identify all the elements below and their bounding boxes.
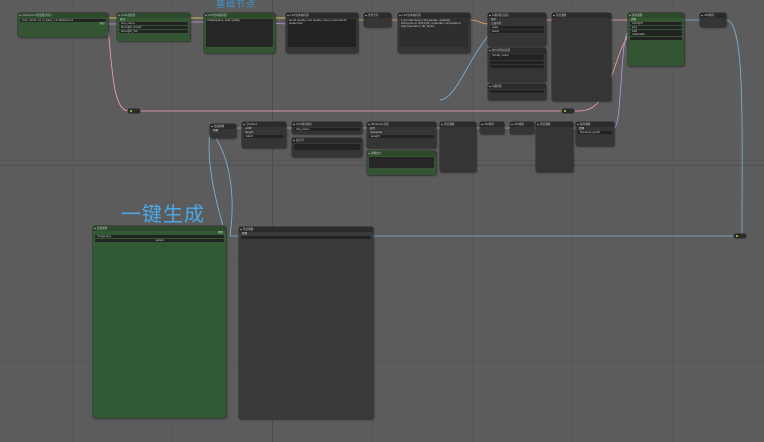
latent-batch-field[interactable]: batch [244,134,284,138]
ipa-weight-field[interactable]: weight [369,134,434,138]
node-title: VAE解码 [480,122,504,127]
ckpt-name-field[interactable]: ckpt_name: sd_xl_base_1.0.safetensors [20,18,106,22]
format-field[interactable]: png [630,25,682,29]
upload-button[interactable]: upload [95,238,224,242]
reroute-far-right[interactable] [734,234,746,238]
clip-vision-field[interactable]: clip_vision [294,127,360,131]
node-title: 预览图像 [552,13,611,18]
node-title: 加载图像 [210,124,236,129]
node-title: 预览图像 [239,227,373,232]
ksampler-advanced-node[interactable]: K采样器(高级) 模型 正面条件 seed steps [488,13,546,46]
preview-image-right-node[interactable]: 预览图像 [536,122,573,172]
preview-big-row: 图像 [242,232,248,235]
node-title: 预览图像 [536,122,573,127]
node-title: 保存图像 [628,13,684,18]
save-right-row-image: 图像 [579,127,585,130]
positive-prompt-textarea[interactable]: masterpiece, best quality [206,19,273,47]
save-image-right-node[interactable]: 保存图像 图像 filename_prefix [576,122,614,146]
quality-field[interactable]: 100 [630,29,682,33]
node-title: VAE解码 [700,13,726,18]
latent-height: height [245,130,254,134]
node-title: 保存图像 [576,122,614,127]
node-title: 加载图像 [93,226,226,231]
preview-big-field[interactable] [241,236,371,240]
save-image-top-node[interactable]: 保存图像 图像 ComfyUI png 100 metadata [628,13,684,66]
preview-image-mid-node[interactable]: 预览图像 [440,122,476,172]
node-title: 空Latent [242,122,286,127]
vae-decode-top-node[interactable]: VAE解码 [700,13,726,27]
lora-loader-node[interactable]: LoRA加载器 模型 lora_name strength_model stre… [117,13,190,41]
load-image-small-node[interactable]: 加载图像 图像 [210,124,236,138]
sampler2-field[interactable] [490,89,544,93]
vae-encode-small-node[interactable]: VAE编码 [510,122,534,134]
positive-prompt-node[interactable]: CLIP文本编码器 masterpiece, best quality [204,13,275,53]
ipa-text-field[interactable] [294,143,360,147]
image-file-field[interactable]: image.png [95,235,224,239]
node-title: 提示词 [292,138,362,143]
ipa-text-field-2[interactable] [294,147,360,151]
ipa-row-ipadapter: ipadapter [370,130,383,134]
node-title: 放大模型加载器 [488,48,546,53]
lora-name-field[interactable]: lora_name [119,22,188,26]
empty-latent-node[interactable]: 空Latent width height batch [242,122,286,148]
image-row: 图像 [213,129,219,132]
upscale-textarea[interactable] [369,157,434,168]
group-label-left: 一键生成 [121,202,205,226]
node-title: 预览图像 [440,122,476,127]
node-title: Checkpoint加载器(简易) [18,13,108,18]
sampler2-node[interactable]: K采样器 [488,84,546,100]
reroute-right[interactable] [562,109,574,113]
node-title: CLIP文本编码器 [204,13,275,18]
prompt-text-node[interactable]: CLIP文本编码器 a girl standing in the garden,… [398,13,470,53]
extra-field[interactable] [630,37,682,41]
reroute-left[interactable] [128,109,140,113]
negative-prompt-textarea[interactable]: worst quality, low quality, blurry, bad … [288,19,356,47]
node-title: VAE编码 [510,122,534,127]
load-image-row: 图像 [217,231,223,234]
metadata-field[interactable]: metadata [630,33,682,37]
ipadapter-advanced-node[interactable]: IPAdapter高级 模型 ipadapter weight [367,122,436,148]
node-title: CLIP文本编码器 [398,13,470,18]
ks-row-positive: 正面条件 [491,21,502,25]
prompt-text-textarea[interactable]: a girl standing in the garden, detailed … [400,19,468,47]
strength-clip-field[interactable]: strength_clip [119,29,188,33]
conditioning-node[interactable]: 条件合并 [364,13,391,27]
save-row-image: 图像 [631,18,637,21]
node-title: LoRA加载器 [117,13,190,18]
load-image-big-node[interactable]: 加载图像 图像 image.png upload [93,226,226,418]
ks-steps-field[interactable]: steps [490,29,544,33]
preview-image-big-node[interactable]: 预览图像 图像 [239,227,373,419]
checkpoint-loader-node[interactable]: Checkpoint加载器(简易) ckpt_name: sd_xl_base_… [18,13,108,37]
model-name-field[interactable]: model_name [490,53,544,57]
output-model: 模型 [99,22,105,26]
node-title: IPAdapter高级 [367,122,436,127]
save-right-prefix-field[interactable]: filename_prefix [578,131,612,135]
ipadapter-text-node[interactable]: 提示词 [292,138,362,157]
node-title: K采样器 [488,84,546,89]
node-title: CLIP视觉编码 [292,122,362,127]
negative-prompt-node[interactable]: CLIP文本编码器 worst quality, low quality, bl… [286,13,358,53]
lora-row-model: 模型 [120,18,126,21]
node-title: K采样器(高级) [488,13,546,18]
field-3[interactable] [490,61,544,65]
clip-vision-node[interactable]: CLIP视觉编码 clip_vision [292,122,362,134]
upscale-model-loader-node[interactable]: 放大模型加载器 model_name [488,48,546,82]
group-label-top: 基础节点 [216,0,257,10]
field-2[interactable] [490,57,544,61]
node-title: 条件合并 [364,13,391,18]
ks-seed-field[interactable]: seed [490,25,544,29]
node-title: 图像放大 [367,151,436,156]
field-4[interactable] [490,64,544,68]
node-title: CLIP文本编码器 [286,13,358,18]
filename-prefix-field[interactable]: ComfyUI [630,22,682,26]
preview-image-top-node[interactable]: 预览图像 [552,13,611,101]
vae-decode-mid-node[interactable]: VAE解码 [480,122,504,134]
strength-model-field[interactable]: strength_model [119,25,188,29]
upscale-image-node[interactable]: 图像放大 [367,151,436,175]
